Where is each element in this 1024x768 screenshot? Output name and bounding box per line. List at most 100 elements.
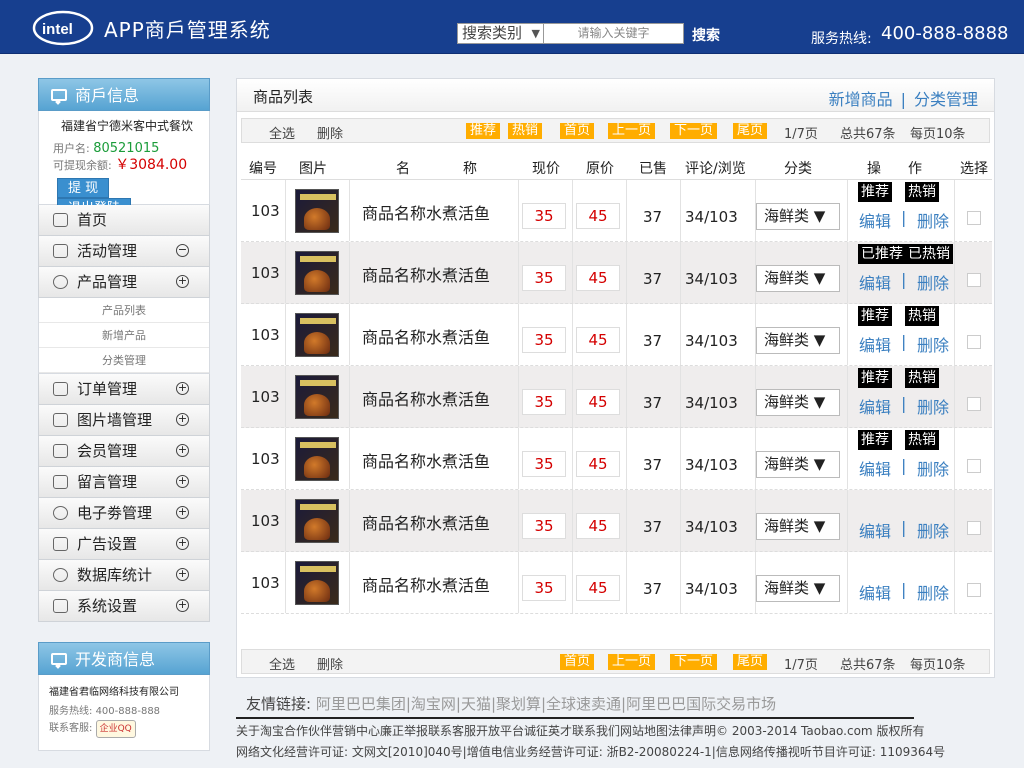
first-page-button[interactable]: 首页 bbox=[560, 123, 595, 139]
product-thumbnail[interactable] bbox=[295, 251, 339, 295]
delete-link[interactable]: 删除 bbox=[917, 332, 949, 356]
prev-page-button[interactable]: 上一页 bbox=[608, 654, 656, 670]
next-page-button[interactable]: 下一页 bbox=[670, 123, 718, 139]
edit-link[interactable]: 编辑 bbox=[859, 456, 891, 480]
delete-button[interactable]: 删除 bbox=[317, 123, 343, 142]
row-checkbox[interactable] bbox=[967, 583, 981, 597]
footer-links[interactable]: 关于淘宝合作伙伴营销中心廉正举报联系客服开放平台诚征英才联系我们网站地图法律声明… bbox=[236, 722, 924, 739]
hot-tag[interactable]: 热销 bbox=[905, 368, 939, 388]
current-price-field[interactable]: 35 bbox=[522, 203, 566, 229]
row-checkbox[interactable] bbox=[967, 521, 981, 535]
search-category-select[interactable]: 搜索类别 ▼ bbox=[457, 23, 544, 44]
delete-link[interactable]: 删除 bbox=[917, 518, 949, 542]
current-price-field[interactable]: 35 bbox=[522, 327, 566, 353]
hot-tag[interactable]: 已热销 bbox=[905, 244, 953, 264]
recommend-tag[interactable]: 推荐 bbox=[858, 368, 892, 388]
nav-ads[interactable]: 广告设置 + bbox=[38, 529, 210, 560]
hot-tag[interactable]: 热销 bbox=[905, 182, 939, 202]
nav-home[interactable]: 首页 bbox=[38, 205, 210, 236]
edit-link[interactable]: 编辑 bbox=[859, 580, 891, 604]
row-checkbox[interactable] bbox=[967, 211, 981, 225]
delete-link[interactable]: 删除 bbox=[917, 270, 949, 294]
category-select[interactable]: 海鲜类 ▼ bbox=[756, 389, 840, 416]
edit-link[interactable]: 编辑 bbox=[859, 208, 891, 232]
row-checkbox[interactable] bbox=[967, 273, 981, 287]
qq-button[interactable]: 企业QQ bbox=[95, 720, 136, 738]
hot-button[interactable]: 热销 bbox=[508, 123, 543, 139]
nav-member[interactable]: 会员管理 + bbox=[38, 436, 210, 467]
current-price-field[interactable]: 35 bbox=[522, 389, 566, 415]
original-price-field[interactable]: 45 bbox=[576, 327, 620, 353]
product-thumbnail[interactable] bbox=[295, 189, 339, 233]
original-price-field[interactable]: 45 bbox=[576, 265, 620, 291]
expand-icon[interactable]: + bbox=[176, 382, 189, 395]
current-price-field[interactable]: 35 bbox=[522, 451, 566, 477]
search-input[interactable]: 请输入关键字 bbox=[544, 23, 684, 44]
hot-tag[interactable]: 热销 bbox=[905, 430, 939, 450]
next-page-button[interactable]: 下一页 bbox=[670, 654, 718, 670]
expand-icon[interactable]: + bbox=[176, 475, 189, 488]
category-select[interactable]: 海鲜类 ▼ bbox=[756, 451, 840, 478]
recommend-tag[interactable]: 推荐 bbox=[858, 430, 892, 450]
nav-order[interactable]: 订单管理 + bbox=[38, 374, 210, 405]
expand-icon[interactable]: + bbox=[176, 275, 189, 288]
subnav-category[interactable]: 分类管理 bbox=[39, 348, 209, 373]
original-price-field[interactable]: 45 bbox=[576, 575, 620, 601]
select-all-button[interactable]: 全选 bbox=[269, 123, 295, 142]
original-price-field[interactable]: 45 bbox=[576, 389, 620, 415]
nav-picwall[interactable]: 图片墙管理 + bbox=[38, 405, 210, 436]
category-select[interactable]: 海鲜类 ▼ bbox=[756, 203, 840, 230]
edit-link[interactable]: 编辑 bbox=[859, 394, 891, 418]
row-checkbox[interactable] bbox=[967, 335, 981, 349]
recommend-tag[interactable]: 已推荐 bbox=[858, 244, 906, 264]
product-thumbnail[interactable] bbox=[295, 375, 339, 419]
collapse-icon[interactable]: − bbox=[176, 244, 189, 257]
last-page-button[interactable]: 尾页 bbox=[733, 123, 768, 139]
expand-icon[interactable]: + bbox=[176, 599, 189, 612]
nav-settings[interactable]: 系统设置 + bbox=[38, 591, 210, 622]
product-thumbnail[interactable] bbox=[295, 437, 339, 481]
delete-button[interactable]: 删除 bbox=[317, 654, 343, 673]
edit-link[interactable]: 编辑 bbox=[859, 332, 891, 356]
category-select[interactable]: 海鲜类 ▼ bbox=[756, 513, 840, 540]
row-checkbox[interactable] bbox=[967, 397, 981, 411]
recommend-tag[interactable]: 推荐 bbox=[858, 182, 892, 202]
expand-icon[interactable]: + bbox=[176, 444, 189, 457]
hot-tag[interactable]: 热销 bbox=[905, 306, 939, 326]
expand-icon[interactable]: + bbox=[176, 568, 189, 581]
select-all-button[interactable]: 全选 bbox=[269, 654, 295, 673]
current-price-field[interactable]: 35 bbox=[522, 513, 566, 539]
nav-product[interactable]: 产品管理 + bbox=[38, 267, 210, 298]
row-checkbox[interactable] bbox=[967, 459, 981, 473]
nav-stats[interactable]: 数据库统计 + bbox=[38, 560, 210, 591]
product-thumbnail[interactable] bbox=[295, 499, 339, 543]
product-thumbnail[interactable] bbox=[295, 313, 339, 357]
delete-link[interactable]: 删除 bbox=[917, 580, 949, 604]
original-price-field[interactable]: 45 bbox=[576, 451, 620, 477]
product-thumbnail[interactable] bbox=[295, 561, 339, 605]
first-page-button[interactable]: 首页 bbox=[560, 654, 595, 670]
delete-link[interactable]: 删除 bbox=[917, 456, 949, 480]
prev-page-button[interactable]: 上一页 bbox=[608, 123, 656, 139]
category-select[interactable]: 海鲜类 ▼ bbox=[756, 575, 840, 602]
subnav-add-product[interactable]: 新增产品 bbox=[39, 323, 209, 348]
withdraw-button[interactable]: 提 现 bbox=[57, 178, 110, 198]
current-price-field[interactable]: 35 bbox=[522, 265, 566, 291]
delete-link[interactable]: 删除 bbox=[917, 208, 949, 232]
original-price-field[interactable]: 45 bbox=[576, 203, 620, 229]
search-button[interactable]: 搜索 bbox=[692, 25, 720, 45]
nav-coupon[interactable]: 电子劵管理 + bbox=[38, 498, 210, 529]
subnav-product-list[interactable]: 产品列表 bbox=[39, 298, 209, 323]
friend-links-list[interactable]: 阿里巴巴集团|淘宝网|天猫|聚划算|全球速卖通|阿里巴巴国际交易市场 bbox=[316, 695, 776, 713]
recommend-tag[interactable]: 推荐 bbox=[858, 306, 892, 326]
expand-icon[interactable]: + bbox=[176, 537, 189, 550]
category-manage-link[interactable]: 分类管理 bbox=[914, 90, 978, 109]
expand-icon[interactable]: + bbox=[176, 506, 189, 519]
add-product-link[interactable]: 新增商品 bbox=[829, 90, 893, 109]
current-price-field[interactable]: 35 bbox=[522, 575, 566, 601]
expand-icon[interactable]: + bbox=[176, 413, 189, 426]
category-select[interactable]: 海鲜类 ▼ bbox=[756, 265, 840, 292]
recommend-button[interactable]: 推荐 bbox=[466, 123, 501, 139]
edit-link[interactable]: 编辑 bbox=[859, 518, 891, 542]
delete-link[interactable]: 删除 bbox=[917, 394, 949, 418]
